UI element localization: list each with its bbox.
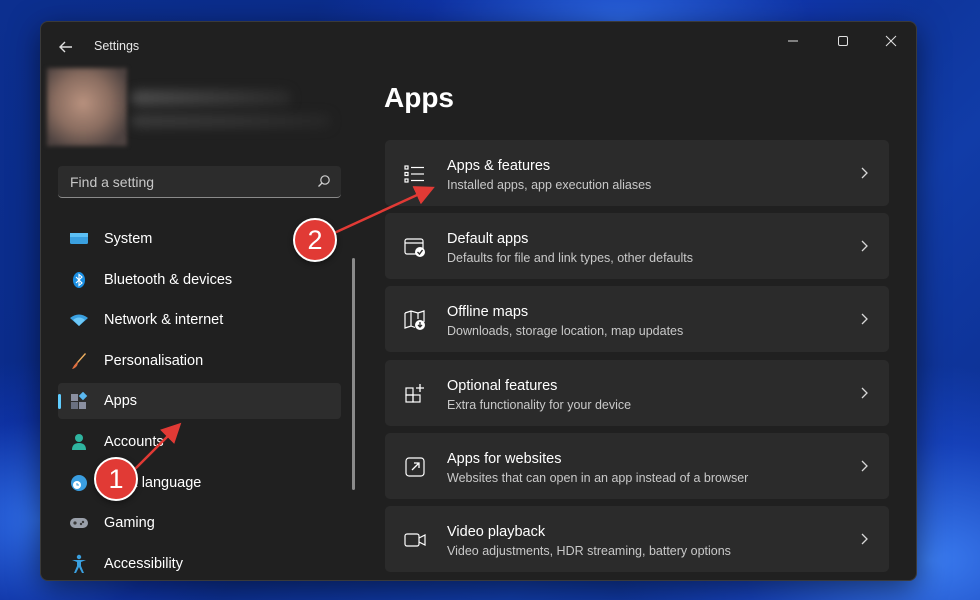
settings-cards: Apps & features Installed apps, app exec… (385, 140, 889, 579)
card-default-apps[interactable]: Default apps Defaults for file and link … (385, 213, 889, 280)
globe-clock-icon (68, 472, 90, 494)
accessibility-icon (68, 553, 90, 575)
default-apps-icon (404, 238, 425, 258)
avatar (47, 68, 127, 146)
sidebar-item-accessibility[interactable]: Accessibility (58, 546, 341, 580)
map-download-icon (404, 310, 425, 331)
wifi-icon (68, 309, 90, 331)
sidebar-item-label: Apps (104, 393, 138, 410)
chevron-right-icon (861, 313, 868, 325)
close-icon (885, 35, 897, 47)
sidebar-item-label: Network & internet (104, 312, 224, 329)
card-subtitle: Extra functionality for your device (447, 397, 632, 412)
card-title: Default apps (447, 231, 529, 248)
sidebar-scrollbar[interactable] (352, 258, 355, 490)
minimize-button[interactable] (778, 28, 808, 54)
maximize-icon (838, 36, 848, 46)
card-title: Apps & features (447, 158, 551, 174)
card-subtitle: Video adjustments, HDR streaming, batter… (447, 543, 731, 558)
grid-add-icon (405, 383, 424, 403)
card-apps-features[interactable]: Apps & features Installed apps, app exec… (385, 140, 889, 206)
minimize-icon (788, 40, 798, 42)
card-subtitle: Defaults for file and link types, other … (447, 251, 693, 266)
card-subtitle: Websites that can open in an app instead… (447, 470, 749, 485)
card-title: Offline maps (447, 304, 529, 321)
card-title: Apps for websites (447, 450, 562, 467)
gamepad-icon (68, 512, 90, 534)
open-external-icon (405, 457, 425, 477)
chevron-right-icon (861, 167, 868, 179)
chevron-right-icon (861, 460, 868, 472)
apps-icon (68, 390, 90, 412)
sidebar-item-accounts[interactable]: Accounts (58, 424, 341, 460)
sidebar-nav: System Bluetooth & devices Network & int… (58, 221, 341, 580)
maximize-button[interactable] (828, 28, 858, 54)
annotation-badge-2: 2 (293, 218, 337, 262)
page-title: Apps (384, 82, 454, 113)
card-subtitle: Installed apps, app execution aliases (447, 178, 652, 192)
sidebar-item-label: Bluetooth & devices (104, 271, 233, 288)
user-email-redacted (131, 114, 331, 128)
list-icon (404, 165, 424, 183)
sidebar-item-apps[interactable]: Apps (58, 383, 341, 420)
user-name-redacted (131, 90, 291, 106)
user-profile[interactable] (47, 68, 347, 146)
card-apps-for-websites[interactable]: Apps for websites Websites that can open… (385, 432, 889, 499)
video-camera-icon (404, 533, 426, 547)
sidebar-item-label: & language (128, 474, 202, 491)
title-bar: Settings (41, 22, 916, 68)
chevron-right-icon (861, 240, 868, 252)
sidebar-item-bluetooth[interactable]: Bluetooth & devices (58, 262, 341, 298)
card-subtitle: Downloads, storage location, map updates (447, 324, 684, 339)
settings-window: Settings System (40, 21, 917, 581)
bluetooth-icon (68, 269, 90, 291)
sidebar-item-personalisation[interactable]: Personalisation (58, 343, 341, 379)
arrow-left-icon (59, 41, 72, 53)
annotation-badge-1: 1 (94, 457, 138, 501)
sidebar-item-network[interactable]: Network & internet (58, 302, 341, 338)
card-offline-maps[interactable]: Offline maps Downloads, storage location… (385, 286, 889, 353)
sidebar-item-label: Personalisation (104, 352, 204, 369)
card-video-playback[interactable]: Video playback Video adjustments, HDR st… (385, 505, 889, 572)
app-title: Settings (94, 39, 140, 53)
monitor-icon (68, 228, 90, 250)
person-icon (68, 431, 90, 453)
chevron-right-icon (861, 533, 868, 545)
back-button[interactable] (55, 36, 77, 58)
paintbrush-icon (68, 350, 90, 372)
card-title: Video playback (447, 523, 546, 540)
search-icon[interactable] (317, 174, 331, 188)
sidebar-item-label: Accounts (104, 433, 164, 450)
sidebar-item-label: System (104, 231, 153, 247)
chevron-right-icon (861, 387, 868, 399)
sidebar-item-gaming[interactable]: Gaming (58, 505, 341, 541)
card-title: Optional features (447, 377, 558, 394)
card-optional-features[interactable]: Optional features Extra functionality fo… (385, 359, 889, 426)
search-box[interactable] (58, 166, 341, 198)
search-input[interactable] (58, 166, 312, 198)
sidebar-item-label: Gaming (104, 515, 155, 532)
sidebar-item-label: Accessibility (104, 555, 183, 572)
close-button[interactable] (876, 28, 906, 54)
